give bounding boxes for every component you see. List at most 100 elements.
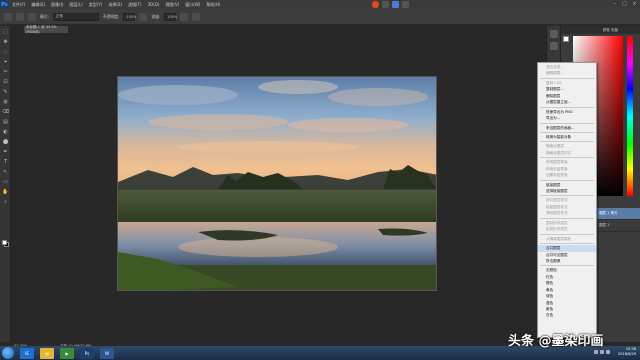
menu-item[interactable]: 选择(S)	[105, 2, 125, 8]
panel-foreground-swatch[interactable]	[563, 36, 569, 42]
taskbar-app-icon[interactable]: 📁	[40, 347, 54, 359]
menu-separator	[540, 179, 594, 181]
brush-preset-icon[interactable]	[16, 12, 24, 21]
tool-icon[interactable]: ◌	[1, 47, 10, 56]
flow-label: 流量:	[151, 13, 161, 19]
tool-icon[interactable]: ⌖	[1, 57, 10, 66]
tool-icon[interactable]: ▤	[1, 117, 10, 126]
menu-separator	[540, 141, 594, 143]
close-button[interactable]: ×	[631, 1, 638, 7]
menu-item[interactable]: 图像(I)	[48, 2, 66, 8]
taskbar-app-icon[interactable]: ▶	[60, 347, 74, 359]
context-menu-item[interactable]: 来自图层的画板...	[538, 125, 596, 131]
tool-icon[interactable]: ✒	[1, 147, 10, 156]
menu-item[interactable]: 滤镜(T)	[125, 2, 145, 8]
context-menu-item[interactable]: 转换为智能对象	[538, 134, 596, 140]
menu-item[interactable]: 编辑(E)	[28, 2, 48, 8]
menu-item[interactable]: 类型(Y)	[86, 2, 106, 8]
history-panel-icon[interactable]	[550, 30, 558, 38]
system-tray	[594, 350, 610, 354]
landscape-photo[interactable]	[117, 76, 437, 291]
foreground-color-swatch[interactable]	[2, 240, 7, 245]
menu-separator	[540, 265, 594, 267]
tool-icon[interactable]: ↖	[1, 167, 10, 176]
tool-icon[interactable]: ✥	[1, 37, 10, 46]
tool-icon[interactable]: ▭	[1, 177, 10, 186]
tool-icon[interactable]: ✋	[1, 187, 10, 196]
menu-separator	[540, 106, 594, 108]
taskbar-app-icon[interactable]: Ps	[80, 347, 94, 359]
photoshop-window: Ps 文件(F) 编辑(E) 图像(I) 图层(L) 类型(Y) 选择(S) 滤镜(T) 3D…	[0, 0, 640, 360]
mode-select[interactable]: 正常	[52, 12, 99, 21]
menu-separator	[540, 157, 594, 159]
context-menu-item: 编辑调整...	[546, 71, 564, 76]
context-menu-item: 粘贴形状属性	[546, 227, 568, 232]
minimize-button[interactable]: –	[611, 1, 618, 7]
maximize-button[interactable]: □	[621, 1, 628, 7]
tool-icon[interactable]: ⬤	[1, 137, 10, 146]
context-menu-item[interactable]: 灰色	[538, 312, 596, 318]
menu-separator	[540, 77, 594, 79]
context-menu-item: 从隔离图层释放	[546, 236, 572, 241]
network-icon[interactable]	[594, 350, 598, 354]
tool-icon[interactable]: ✂	[1, 67, 10, 76]
tool-icon[interactable]: ⊡	[1, 77, 10, 86]
options-bar: 模式: 正常 不透明度: 100% 流量: 100%	[0, 9, 640, 25]
pressure-size-icon[interactable]	[192, 12, 201, 21]
flow-input[interactable]: 100%	[164, 12, 177, 21]
tool-icon[interactable]: T	[1, 157, 10, 166]
context-menu-item[interactable]: 拼合图像	[538, 258, 596, 264]
menu-item[interactable]: 图层(L)	[66, 2, 85, 8]
clock-date: 2018/6/29	[618, 352, 636, 356]
menu-item[interactable]: 文件(F)	[9, 2, 28, 8]
menu-separator	[540, 243, 594, 245]
hue-slider[interactable]	[627, 36, 633, 196]
pressure-opacity-icon[interactable]	[139, 12, 148, 21]
opacity-input[interactable]: 100%	[123, 12, 136, 21]
tool-icon[interactable]: ⌫	[1, 107, 10, 116]
watermark-text: 头条 @墨染印画	[508, 334, 604, 349]
context-menu-item[interactable]: 从图层建立组...	[538, 99, 596, 105]
properties-panel-icon[interactable]	[550, 42, 558, 50]
taskbar-clock[interactable]: 15:36 2018/6/29	[618, 347, 636, 357]
share-icon[interactable]	[402, 1, 409, 8]
menu-bar: Ps 文件(F) 编辑(E) 图像(I) 图层(L) 类型(Y) 选择(S) 滤镜(T) 3D…	[0, 0, 640, 9]
tool-icon[interactable]: ⌕	[1, 197, 10, 206]
document-tab[interactable]: 未标题-1 @ 33.3%(RGB/8)	[24, 25, 68, 34]
menu-item[interactable]: 窗口(W)	[182, 2, 203, 8]
menu-separator	[540, 122, 594, 124]
context-menu-item: 栅格化图层样式	[546, 150, 572, 155]
taskbar-app-icon[interactable]: IE	[20, 347, 34, 359]
mode-label: 模式:	[40, 13, 49, 19]
layer-context-menu: 混合选项... 编辑调整... 复制 CSS 复制图层... 删除图层 从图层建立组...…	[537, 62, 597, 338]
ps-logo-icon: Ps	[0, 0, 9, 9]
taskbar-app-icon[interactable]: W	[100, 347, 114, 359]
volume-icon[interactable]	[600, 350, 604, 354]
menu-separator	[540, 233, 594, 235]
tool-icon[interactable]: ✎	[1, 87, 10, 96]
tool-icon[interactable]: ◐	[1, 127, 10, 136]
tools-panel: ⬚ ✥ ◌ ⌖ ✂ ⊡ ✎ ◍ ⌫ ▤ ◐ ⬤ ✒ T ↖ ▭ ✋ ⌕	[0, 26, 11, 342]
brush-panel-icon[interactable]	[28, 12, 36, 21]
menu-item[interactable]: 视图(V)	[162, 2, 182, 8]
menu-item[interactable]: 帮助(H)	[203, 2, 223, 8]
input-method-icon[interactable]	[606, 350, 610, 354]
title-bar-icons	[372, 1, 409, 8]
tool-preset-icon[interactable]	[4, 12, 12, 21]
app-badge-icon[interactable]	[372, 1, 379, 8]
context-menu-item[interactable]: 选择链接图层	[538, 188, 596, 194]
photo-image	[118, 77, 436, 290]
tool-icon[interactable]: ◍	[1, 97, 10, 106]
tool-icon[interactable]: ⬚	[1, 27, 10, 36]
workspace-icon[interactable]	[382, 1, 389, 8]
start-button[interactable]	[2, 347, 14, 359]
context-menu-item[interactable]: 导出为...	[538, 115, 596, 121]
menu-separator	[540, 217, 594, 219]
opacity-label: 不透明度:	[102, 13, 120, 19]
menu-item[interactable]: 3D(D)	[145, 2, 163, 8]
context-menu-item: 创建剪贴蒙版	[546, 173, 568, 178]
color-panel-tab[interactable]: 颜色 色板	[561, 26, 640, 34]
airbrush-icon[interactable]	[180, 12, 189, 21]
context-menu-item: 清除图层样式	[546, 211, 568, 216]
cloud-icon[interactable]	[392, 1, 399, 8]
